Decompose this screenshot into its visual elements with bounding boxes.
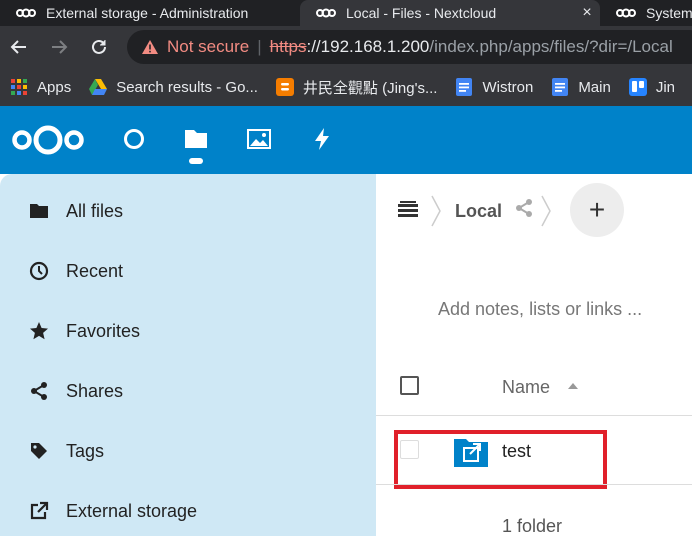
url-scheme: https — [269, 37, 307, 56]
files-icon[interactable] — [181, 124, 211, 154]
close-tab-icon[interactable]: × — [574, 4, 600, 22]
browser-tab-bar: External storage - Administration Local … — [0, 0, 692, 26]
nextcloud-header — [0, 106, 692, 174]
file-summary: 1 folder — [502, 516, 563, 536]
address-separator: | — [257, 37, 262, 56]
docs-icon — [551, 78, 569, 96]
sidebar-item-label: Shares — [66, 380, 124, 401]
bookmark-jin[interactable]: Jin — [628, 78, 676, 96]
forward-arrow-icon — [52, 40, 68, 54]
not-secure-label[interactable]: Not secure — [167, 37, 249, 57]
breadcrumb-chevron-icon — [541, 195, 551, 227]
sidebar-item-label: Recent — [66, 260, 124, 281]
external-storage-icon — [28, 500, 50, 522]
bookmark-label: Main — [578, 78, 611, 96]
tab-title: Local - Files - Nextcloud — [346, 5, 497, 21]
bookmark-label: Wistron — [482, 78, 534, 96]
star-icon — [28, 320, 50, 342]
photos-icon[interactable] — [244, 124, 274, 154]
files-main: Local + Add notes, lists or links ... Na… — [376, 174, 692, 536]
nextcloud-favicon-icon — [16, 3, 36, 23]
rich-workspace-placeholder[interactable]: Add notes, lists or links ... — [438, 299, 642, 320]
activity-icon[interactable] — [307, 124, 337, 154]
bookmark-main[interactable]: Main — [551, 78, 611, 96]
bookmark-blog[interactable]: 井民全觀點 (Jing's... — [275, 77, 438, 98]
warning-triangle-icon — [142, 40, 158, 54]
clock-icon — [28, 260, 50, 282]
tab-system[interactable]: System — [600, 0, 692, 26]
share-icon — [28, 380, 50, 402]
row-divider — [376, 484, 692, 485]
bookmark-label: 井民全觀點 (Jing's... — [302, 79, 438, 97]
sidebar-item-label: External storage — [66, 500, 198, 521]
sidebar-item-favorites[interactable]: Favorites — [0, 306, 376, 356]
breadcrumb-home-icon[interactable] — [396, 198, 420, 222]
sidebar-item-all-files[interactable]: All files — [0, 186, 376, 236]
trello-icon — [628, 78, 647, 96]
url-host: ://192.168.1.200 — [306, 37, 430, 56]
apps-grid-icon — [10, 78, 28, 96]
back-button[interactable] — [6, 33, 32, 61]
files-sidebar: All files Recent Favorites Shares Tags E… — [0, 174, 376, 536]
share-icon[interactable] — [514, 198, 536, 220]
bookmark-label: Jin — [655, 78, 676, 96]
folder-icon — [28, 200, 50, 222]
reload-button[interactable] — [86, 33, 112, 61]
nextcloud-favicon-icon — [616, 3, 636, 23]
bookmark-wistron[interactable]: Wistron — [455, 78, 533, 96]
docs-icon — [455, 78, 473, 96]
sidebar-item-label: Tags — [66, 440, 105, 461]
new-item-button[interactable]: + — [570, 183, 624, 237]
sidebar-item-label: All files — [66, 200, 124, 221]
google-drive-icon — [89, 78, 108, 96]
browser-toolbar: Not secure | https://192.168.1.200/index… — [0, 26, 692, 68]
bookmark-search-results[interactable]: Search results - Go... — [89, 78, 258, 96]
tab-title: System — [646, 5, 692, 21]
sort-ascending-icon[interactable] — [568, 383, 578, 389]
select-all-checkbox[interactable] — [400, 376, 419, 395]
breadcrumb-current[interactable]: Local — [455, 201, 502, 222]
sidebar-item-recent[interactable]: Recent — [0, 246, 376, 296]
sidebar-item-external-storage[interactable]: External storage — [0, 486, 376, 536]
name-column-header[interactable]: Name — [502, 377, 550, 398]
reload-icon — [92, 39, 106, 54]
active-app-indicator — [189, 158, 203, 164]
bookmark-label: Apps — [37, 78, 72, 96]
bookmark-apps[interactable]: Apps — [10, 78, 71, 96]
sidebar-item-label: Favorites — [66, 320, 141, 341]
annotation-highlight-box — [394, 430, 607, 489]
sidebar-item-shares[interactable]: Shares — [0, 366, 376, 416]
bookmarks-bar: Apps Search results - Go... 井民全觀點 (Jing'… — [0, 68, 692, 106]
tag-icon — [28, 440, 50, 462]
breadcrumb-chevron-icon — [431, 195, 441, 227]
blogger-icon — [275, 78, 294, 96]
tab-local-files[interactable]: Local - Files - Nextcloud × — [300, 0, 600, 26]
back-arrow-icon — [10, 40, 26, 54]
tab-external-storage[interactable]: External storage - Administration — [0, 0, 298, 26]
address-bar[interactable]: Not secure | https://192.168.1.200/index… — [127, 30, 692, 64]
table-row[interactable]: test — [376, 416, 692, 489]
dashboard-icon[interactable] — [119, 124, 149, 154]
tab-title: External storage - Administration — [46, 5, 249, 21]
nextcloud-favicon-icon — [316, 3, 336, 23]
bookmark-label: Search results - Go... — [116, 78, 258, 96]
forward-button[interactable] — [46, 33, 72, 61]
url-path: /index.php/apps/files/?dir=/Local — [429, 37, 673, 56]
sidebar-item-tags[interactable]: Tags — [0, 426, 376, 476]
nextcloud-logo-icon[interactable] — [10, 123, 86, 157]
